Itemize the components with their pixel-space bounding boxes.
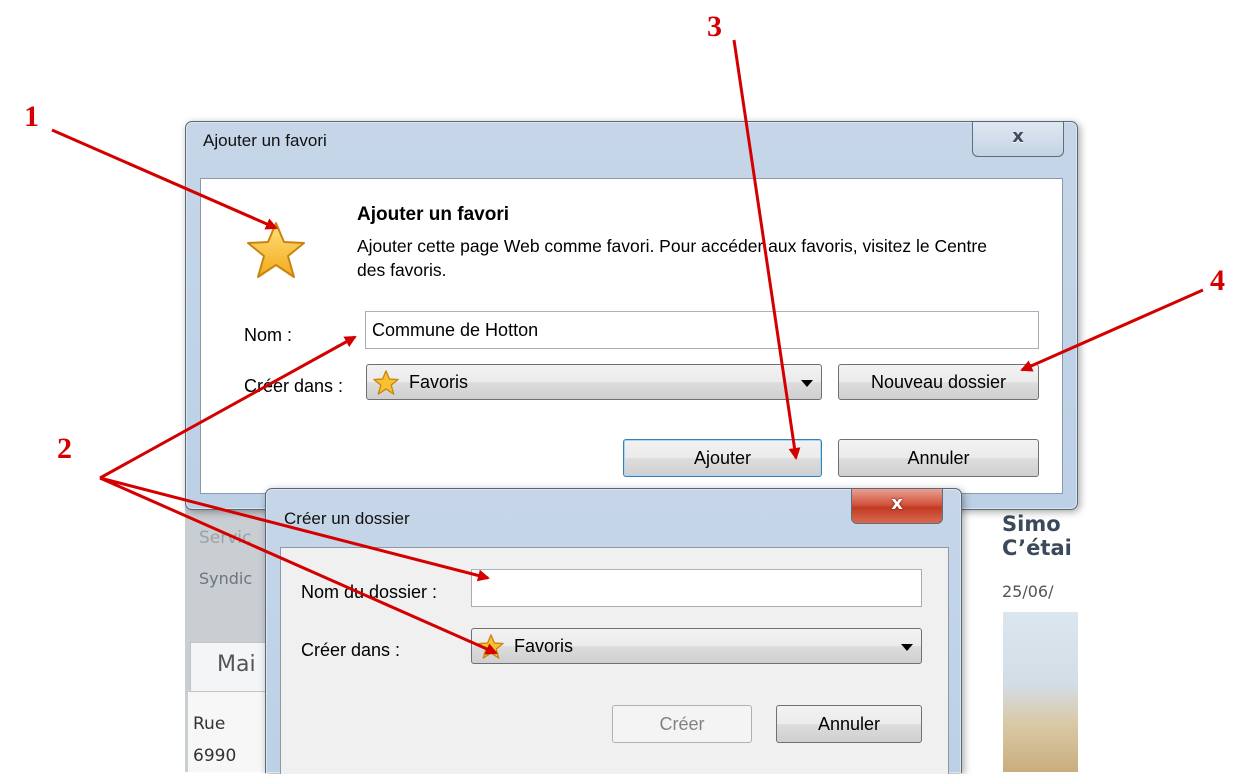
annotation-label-1: 1 — [24, 100, 39, 133]
annotation-arrow-3 — [732, 39, 801, 460]
annotation-arrow-1 — [51, 128, 278, 230]
annotation-arrows — [51, 39, 1204, 655]
annotation-arrow-4 — [1020, 288, 1204, 372]
annotation-label-4: 4 — [1210, 264, 1225, 297]
annotation-label-2: 2 — [57, 432, 72, 465]
annotation-label-3: 3 — [707, 10, 722, 43]
annotation-arrow-2 — [99, 335, 357, 480]
